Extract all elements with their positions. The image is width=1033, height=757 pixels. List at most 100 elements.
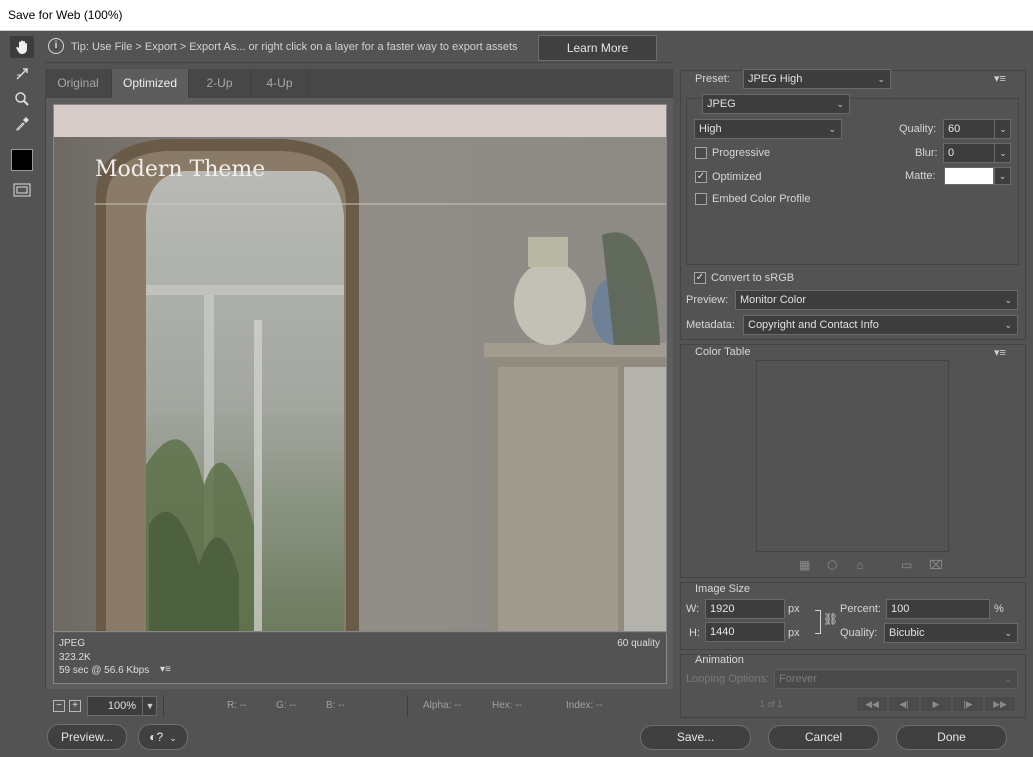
window-title: Save for Web (100%)	[8, 8, 123, 22]
looping-options-label: Looping Options:	[686, 673, 770, 685]
color-table-menu-icon[interactable]: ▾≡	[994, 346, 1006, 359]
trash-icon[interactable]: ⌧	[929, 558, 943, 572]
image-size-title: Image Size	[695, 583, 751, 595]
divider	[407, 695, 408, 717]
download-speed-menu-icon[interactable]: ▾≡	[160, 664, 171, 675]
blur-value: 0	[948, 147, 955, 159]
convert-srgb-checkbox[interactable]: ✓	[694, 272, 706, 284]
chevron-down-icon: ⌄	[1004, 628, 1012, 638]
image-info-panel: JPEG 323.2K 59 sec @ 56.6 Kbps ▾≡ 60 qua…	[53, 633, 667, 684]
resample-quality-select[interactable]: Bicubic ⌄	[884, 623, 1018, 643]
next-frame-icon[interactable]: |▶	[952, 696, 984, 712]
progressive-label: Progressive	[712, 147, 771, 159]
chevron-down-icon[interactable]: ⌄	[994, 167, 1011, 185]
first-frame-icon[interactable]: ◀◀	[856, 696, 888, 712]
width-value: 1920	[710, 603, 735, 615]
optimized-preview-image[interactable]: Modern Theme	[53, 104, 667, 632]
percent-unit: %	[994, 603, 1004, 615]
zoom-icon[interactable]	[10, 88, 34, 110]
zoom-in-button[interactable]: +	[69, 700, 81, 712]
tab-4up[interactable]: 4-Up	[251, 69, 309, 98]
preset-select[interactable]: JPEG High ⌄	[743, 69, 891, 89]
file-format-value: JPEG	[707, 98, 736, 110]
eyedropper-icon[interactable]	[10, 113, 34, 135]
preview-select[interactable]: Monitor Color ⌄	[735, 290, 1018, 310]
file-format-select[interactable]: JPEG ⌄	[702, 94, 850, 114]
slice-select-icon[interactable]	[10, 63, 34, 85]
info-icon: i	[48, 38, 64, 54]
lock-icon[interactable]: ⌂	[856, 558, 863, 572]
quality-label: Quality:	[899, 123, 937, 135]
looping-options-value: Forever	[779, 673, 817, 685]
chevron-down-icon[interactable]: ▼	[142, 696, 157, 716]
last-frame-icon[interactable]: ▶▶	[984, 696, 1016, 712]
previous-frame-icon[interactable]: ◀|	[888, 696, 920, 712]
chevron-down-icon: ⌄	[828, 124, 836, 134]
zoom-out-button[interactable]: −	[53, 700, 65, 712]
width-label: W:	[686, 603, 700, 615]
height-value: 1440	[710, 626, 735, 638]
color-table-grid[interactable]	[756, 360, 949, 552]
animation-title: Animation	[695, 654, 744, 666]
done-button[interactable]: Done	[896, 725, 1007, 750]
tab-2up[interactable]: 2-Up	[189, 69, 251, 98]
new-color-icon[interactable]: ▭	[901, 558, 912, 572]
web-shift-icon[interactable]: ⬡	[827, 558, 837, 572]
optimized-checkbox[interactable]: ✓	[695, 171, 707, 183]
play-icon[interactable]: ▶	[920, 696, 952, 712]
chain-link-icon[interactable]: ⛓	[823, 612, 838, 626]
map-transparent-icon[interactable]: ▦	[799, 558, 810, 572]
divider	[163, 695, 164, 717]
toggle-slices-icon[interactable]	[10, 179, 34, 201]
preset-value: JPEG High	[748, 73, 803, 85]
preview-value: Monitor Color	[740, 294, 807, 306]
color-table-title: Color Table	[695, 346, 751, 358]
convert-srgb-label: Convert to sRGB	[711, 272, 795, 284]
chevron-down-icon[interactable]: ⌄	[994, 119, 1011, 139]
metadata-label: Metadata:	[686, 319, 735, 331]
compression-quality-select[interactable]: High ⌄	[694, 119, 842, 139]
chevron-down-icon: ⌄	[1004, 320, 1012, 330]
tab-original[interactable]: Original	[45, 69, 112, 98]
info-size: 323.2K	[59, 652, 91, 663]
browser-preview-select[interactable]: ◐? ⌄	[138, 724, 188, 750]
eyedropper-color-swatch[interactable]	[11, 149, 33, 171]
readout-g: G: --	[276, 700, 296, 711]
tip-text: Tip: Use File > Export > Export As... or…	[71, 41, 518, 53]
metadata-value: Copyright and Contact Info	[748, 319, 879, 331]
preview-label: Preview:	[686, 294, 729, 306]
readout-index: Index: --	[566, 700, 603, 711]
zoom-level-value: 100%	[107, 700, 137, 712]
metadata-select[interactable]: Copyright and Contact Info ⌄	[743, 315, 1018, 335]
embed-color-profile-label: Embed Color Profile	[712, 193, 811, 205]
chevron-down-icon: ⌄	[1004, 674, 1012, 684]
blur-label: Blur:	[915, 147, 938, 159]
preset-menu-icon[interactable]: ▾≡	[994, 72, 1006, 85]
chevron-down-icon: ⌄	[836, 99, 844, 109]
height-input[interactable]: 1440	[705, 622, 785, 642]
compression-quality-value: High	[699, 123, 722, 135]
chevron-down-icon: ⌄	[1004, 295, 1012, 305]
preview-heading: Modern Theme	[95, 157, 266, 182]
percent-input[interactable]: 100	[886, 599, 990, 619]
chevron-down-icon[interactable]: ⌄	[994, 143, 1011, 163]
learn-more-button[interactable]: Learn More	[538, 35, 657, 61]
tool-column	[0, 31, 41, 724]
frame-counter: 1 of 1	[687, 696, 855, 712]
looping-options-select[interactable]: Forever ⌄	[774, 669, 1018, 689]
hand-icon[interactable]	[10, 36, 34, 58]
tab-optimized[interactable]: Optimized	[112, 69, 189, 98]
info-format: JPEG	[59, 638, 86, 649]
quality-value: 60	[948, 123, 961, 135]
width-input[interactable]: 1920	[705, 599, 785, 619]
embed-color-profile-checkbox[interactable]	[695, 193, 707, 205]
preview-button[interactable]: Preview...	[47, 724, 127, 750]
preset-label: Preset:	[695, 73, 730, 85]
chevron-down-icon: ⌄	[877, 74, 885, 84]
browser-icon: ◐?	[149, 730, 164, 744]
progressive-checkbox[interactable]	[695, 147, 707, 159]
cancel-button[interactable]: Cancel	[768, 725, 879, 750]
save-button[interactable]: Save...	[640, 725, 751, 750]
percent-value: 100	[891, 603, 910, 615]
matte-color-swatch[interactable]	[944, 167, 994, 185]
